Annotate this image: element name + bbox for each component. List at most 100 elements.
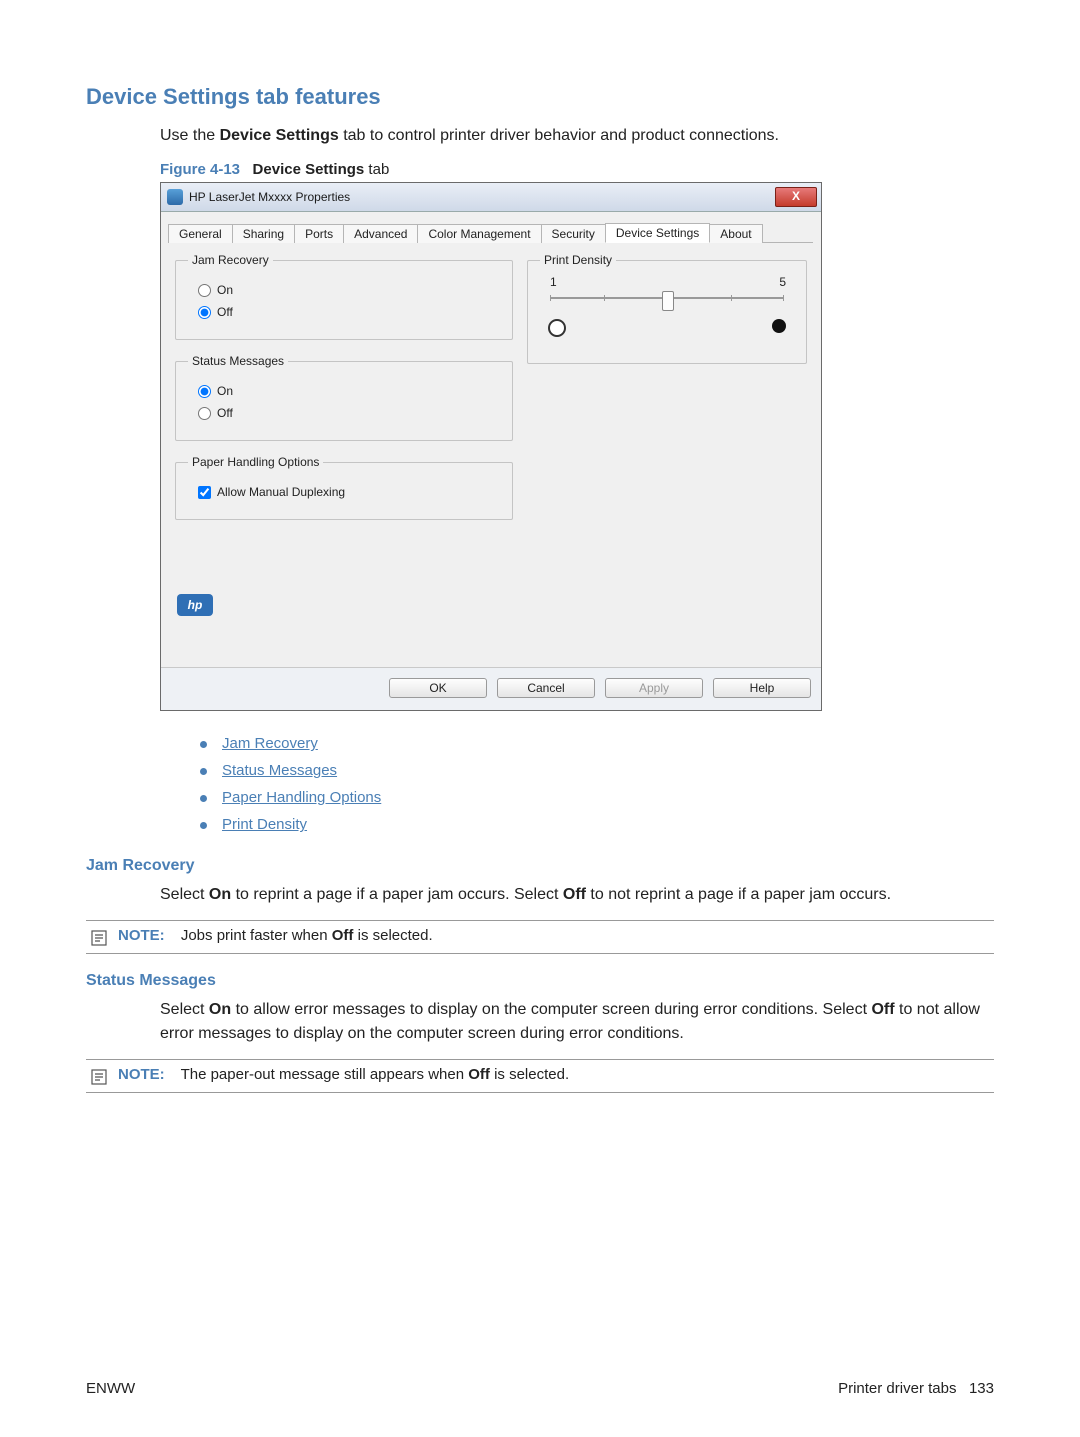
density-min-label: 1 [550, 275, 557, 289]
allow-manual-duplexing-label: Allow Manual Duplexing [217, 485, 345, 499]
allow-manual-duplexing-row[interactable]: Allow Manual Duplexing [198, 485, 500, 499]
paper-handling-group: Paper Handling Options Allow Manual Dupl… [175, 455, 513, 520]
titlebar: HP LaserJet Mxxxx Properties X [161, 183, 821, 212]
text: to not reprint a page if a paper jam occ… [586, 886, 891, 903]
intro-bold: Device Settings [220, 127, 339, 144]
footer-section: Printer driver tabs [838, 1380, 956, 1397]
footer-right: Printer driver tabs 133 [838, 1380, 994, 1397]
note-label: NOTE: [118, 1066, 165, 1083]
paper-handling-legend: Paper Handling Options [188, 455, 323, 469]
list-item: Paper Handling Options [200, 789, 994, 806]
tab-advanced[interactable]: Advanced [343, 224, 418, 243]
status-messages-group: Status Messages On Off [175, 354, 513, 441]
text-bold: Off [468, 1066, 490, 1083]
status-messages-on-radio[interactable] [198, 385, 211, 398]
density-max-label: 5 [779, 275, 786, 289]
text: Select [160, 1001, 209, 1018]
jam-recovery-off-label: Off [217, 305, 233, 319]
text: is selected. [353, 927, 432, 944]
text-bold: Off [563, 886, 586, 903]
jam-recovery-off-row[interactable]: Off [198, 305, 500, 319]
slider-tick [783, 295, 784, 301]
text: to allow error messages to display on th… [231, 1001, 871, 1018]
link-paper-handling-options[interactable]: Paper Handling Options [222, 789, 381, 806]
list-item: Print Density [200, 816, 994, 833]
dialog-button-bar: OK Cancel Apply Help [161, 667, 821, 710]
footer-page-number: 133 [969, 1380, 994, 1397]
tab-about[interactable]: About [709, 224, 762, 243]
density-dark-icon [772, 319, 786, 333]
status-messages-off-row[interactable]: Off [198, 406, 500, 420]
note-icon [90, 929, 108, 947]
note-label: NOTE: [118, 927, 165, 944]
help-button[interactable]: Help [713, 678, 811, 698]
window-title: HP LaserJet Mxxxx Properties [189, 190, 350, 204]
intro-paragraph: Use the Device Settings tab to control p… [160, 124, 994, 147]
cancel-button[interactable]: Cancel [497, 678, 595, 698]
slider-thumb[interactable] [662, 291, 674, 311]
hp-logo: hp [177, 594, 213, 616]
status-messages-note: NOTE: The paper-out message still appear… [86, 1059, 994, 1093]
apply-button[interactable]: Apply [605, 678, 703, 698]
text: is selected. [490, 1066, 569, 1083]
tab-general[interactable]: General [168, 224, 233, 243]
status-messages-heading: Status Messages [86, 972, 994, 990]
link-print-density[interactable]: Print Density [222, 816, 307, 833]
tab-sharing[interactable]: Sharing [232, 224, 295, 243]
status-messages-on-row[interactable]: On [198, 384, 500, 398]
slider-tick [731, 295, 732, 301]
intro-text-2: tab to control printer driver behavior a… [339, 127, 779, 144]
text-bold: Off [871, 1001, 894, 1018]
print-density-slider[interactable]: 1 5 [540, 275, 794, 351]
ok-button[interactable]: OK [389, 678, 487, 698]
allow-manual-duplexing-checkbox[interactable] [198, 486, 211, 499]
tab-color-management[interactable]: Color Management [417, 224, 541, 243]
text-bold: On [209, 886, 231, 903]
list-item: Jam Recovery [200, 735, 994, 752]
link-jam-recovery[interactable]: Jam Recovery [222, 735, 318, 752]
figure-text-rest: tab [364, 161, 389, 178]
link-status-messages[interactable]: Status Messages [222, 762, 337, 779]
intro-text: Use the [160, 127, 220, 144]
text: The paper-out message still appears when [181, 1066, 469, 1083]
footer-left: ENWW [86, 1380, 135, 1397]
figure-text-bold: Device Settings [253, 161, 365, 178]
jam-recovery-off-radio[interactable] [198, 306, 211, 319]
status-messages-legend: Status Messages [188, 354, 288, 368]
text: Jobs print faster when [181, 927, 332, 944]
page-footer: ENWW Printer driver tabs 133 [86, 1380, 994, 1397]
status-messages-text: Select On to allow error messages to dis… [160, 998, 994, 1044]
section-link-list: Jam Recovery Status Messages Paper Handl… [200, 735, 994, 833]
status-messages-off-radio[interactable] [198, 407, 211, 420]
section-heading: Device Settings tab features [86, 84, 994, 110]
figure-number: Figure 4-13 [160, 161, 240, 178]
text: Select [160, 886, 209, 903]
tab-security[interactable]: Security [541, 224, 606, 243]
app-icon [167, 189, 183, 205]
jam-recovery-note: NOTE: Jobs print faster when Off is sele… [86, 920, 994, 954]
tab-ports[interactable]: Ports [294, 224, 344, 243]
note-icon [90, 1068, 108, 1086]
tab-device-settings[interactable]: Device Settings [605, 223, 710, 243]
slider-tick [550, 295, 551, 301]
slider-tick [604, 295, 605, 301]
status-messages-on-label: On [217, 384, 233, 398]
density-light-icon [548, 319, 566, 337]
jam-recovery-heading: Jam Recovery [86, 857, 994, 875]
note-text: NOTE: Jobs print faster when Off is sele… [118, 927, 433, 944]
jam-recovery-on-row[interactable]: On [198, 283, 500, 297]
jam-recovery-group: Jam Recovery On Off [175, 253, 513, 340]
status-messages-off-label: Off [217, 406, 233, 420]
text-bold: On [209, 1001, 231, 1018]
list-item: Status Messages [200, 762, 994, 779]
jam-recovery-on-radio[interactable] [198, 284, 211, 297]
text-bold: Off [332, 927, 354, 944]
tab-strip: General Sharing Ports Advanced Color Man… [169, 218, 813, 243]
print-density-group: Print Density 1 5 [527, 253, 807, 364]
figure-caption: Figure 4-13 Device Settings tab [160, 161, 994, 178]
text: to reprint a page if a paper jam occurs.… [231, 886, 563, 903]
jam-recovery-text: Select On to reprint a page if a paper j… [160, 883, 994, 906]
close-button[interactable]: X [775, 187, 817, 207]
note-text: NOTE: The paper-out message still appear… [118, 1066, 569, 1083]
jam-recovery-on-label: On [217, 283, 233, 297]
